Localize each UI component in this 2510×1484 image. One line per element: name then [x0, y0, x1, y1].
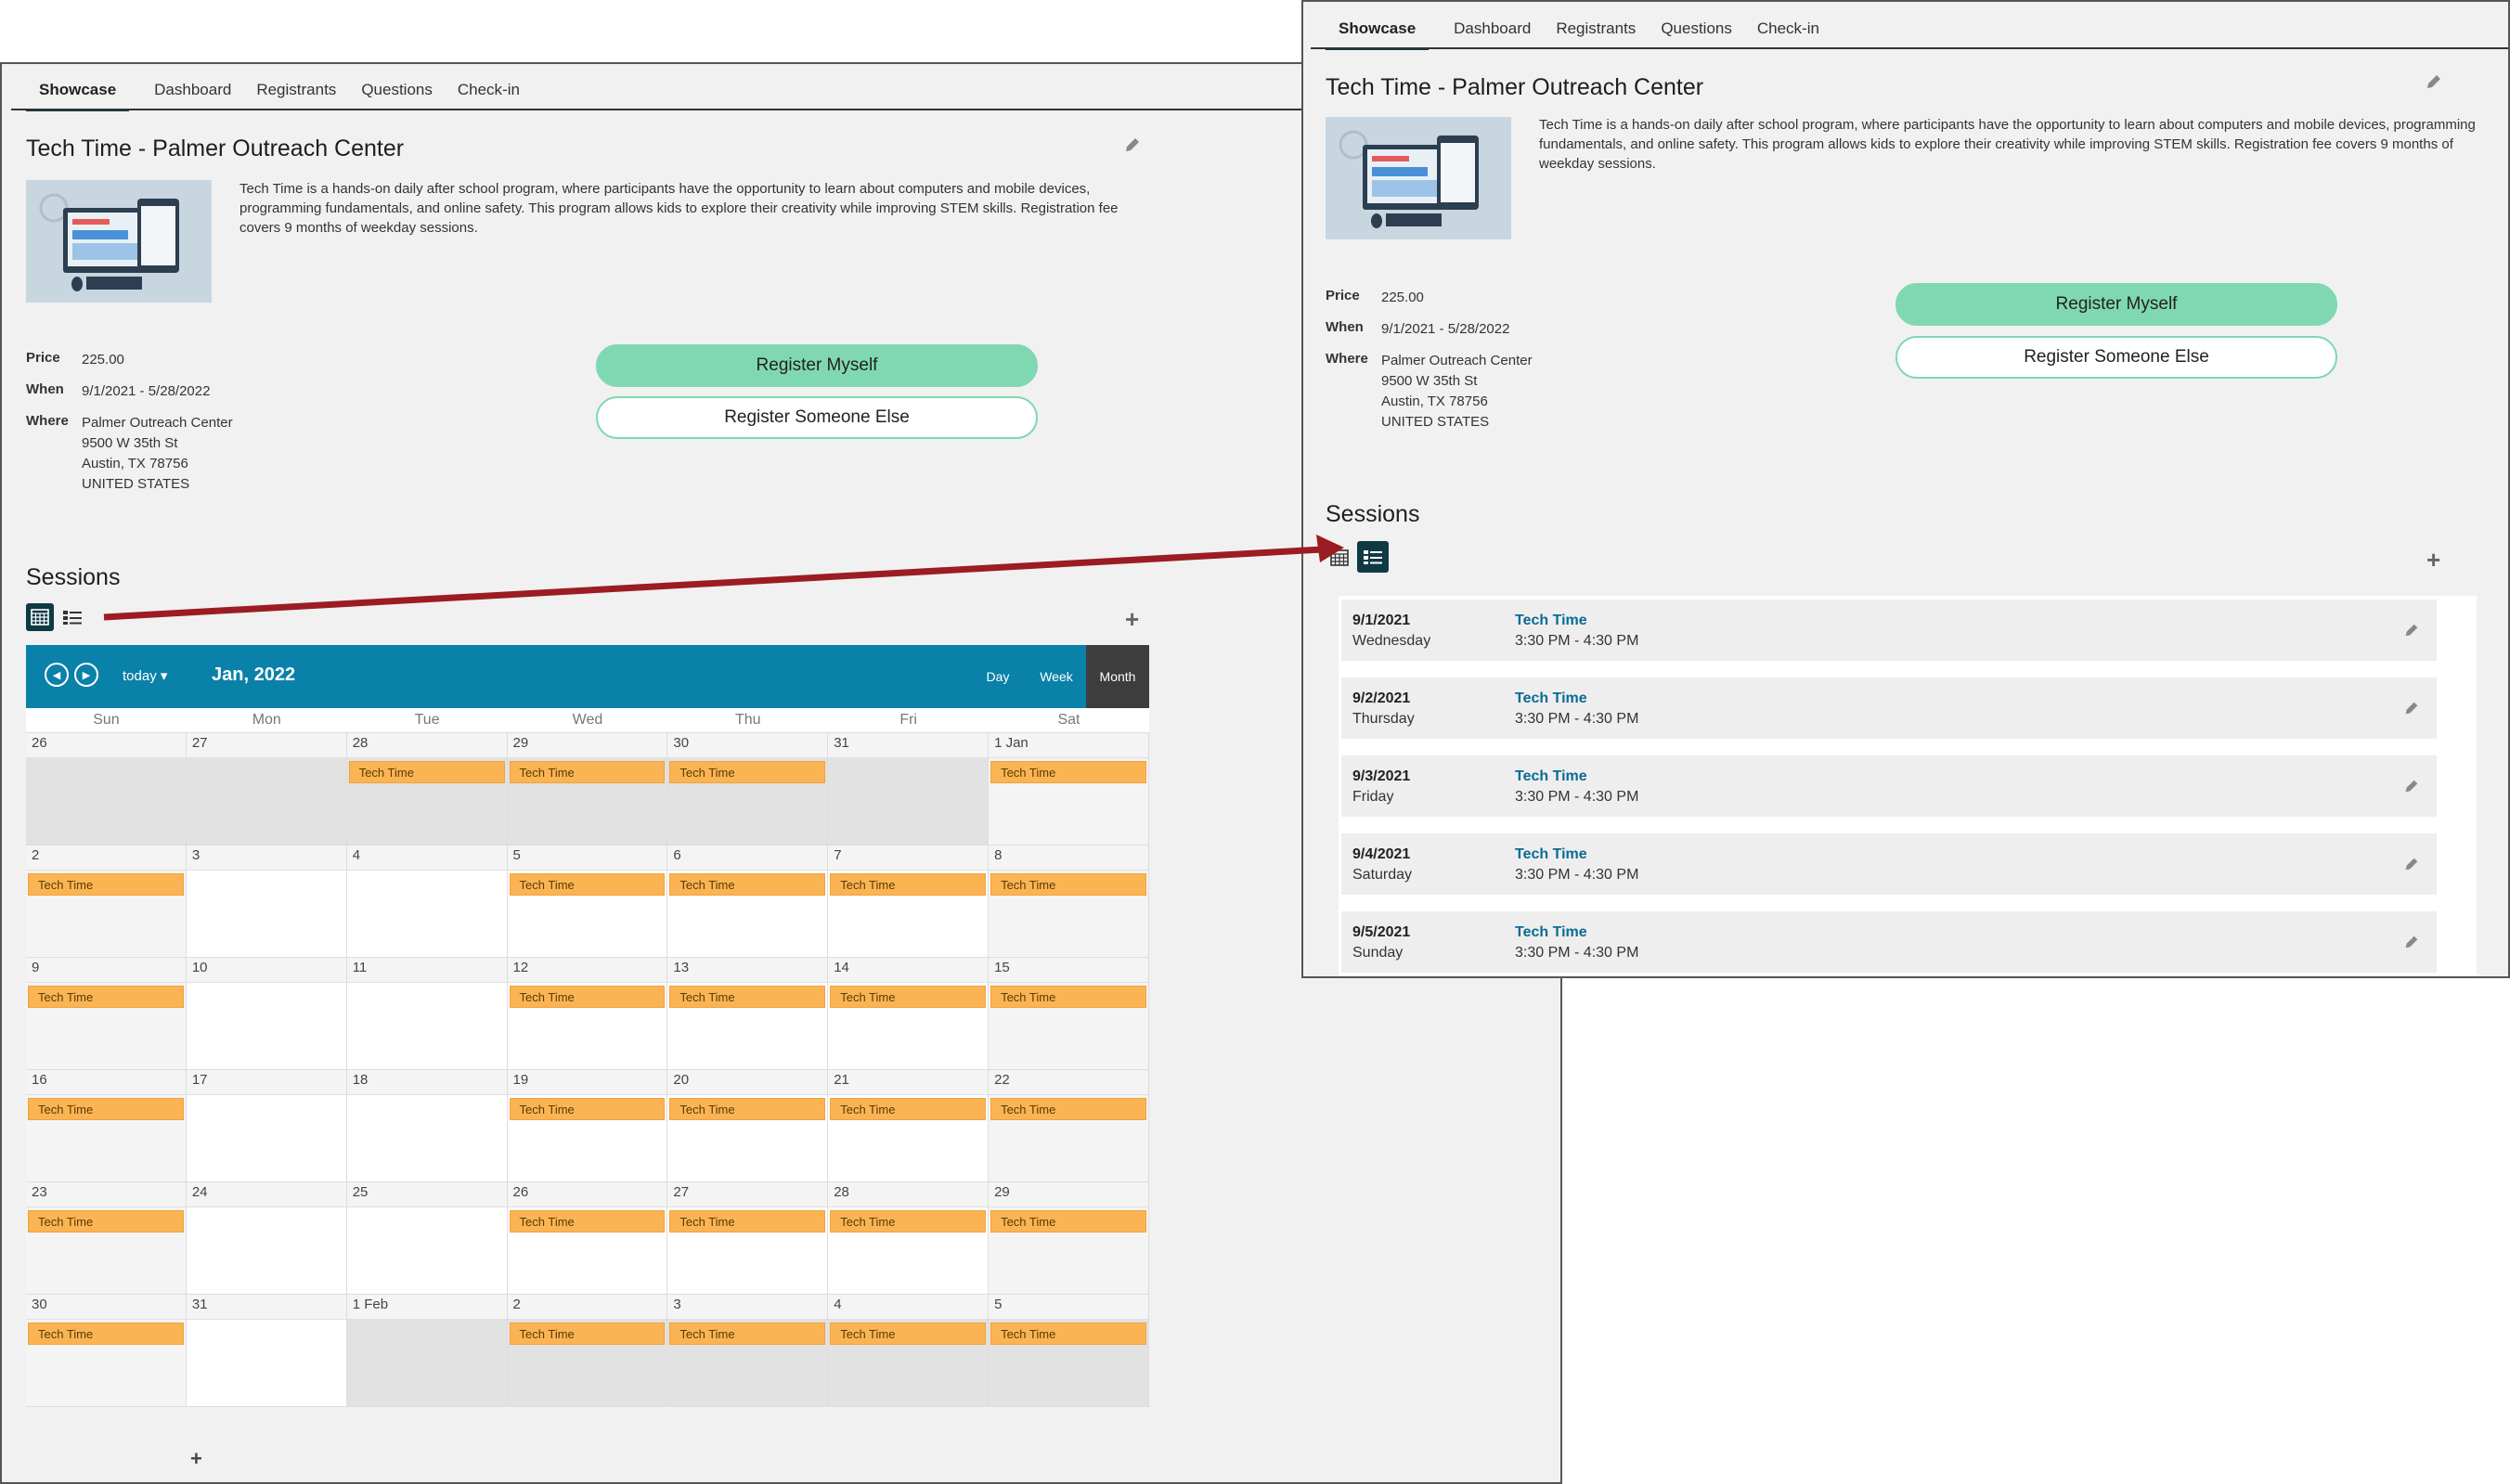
annotation-arrow — [103, 535, 1344, 621]
